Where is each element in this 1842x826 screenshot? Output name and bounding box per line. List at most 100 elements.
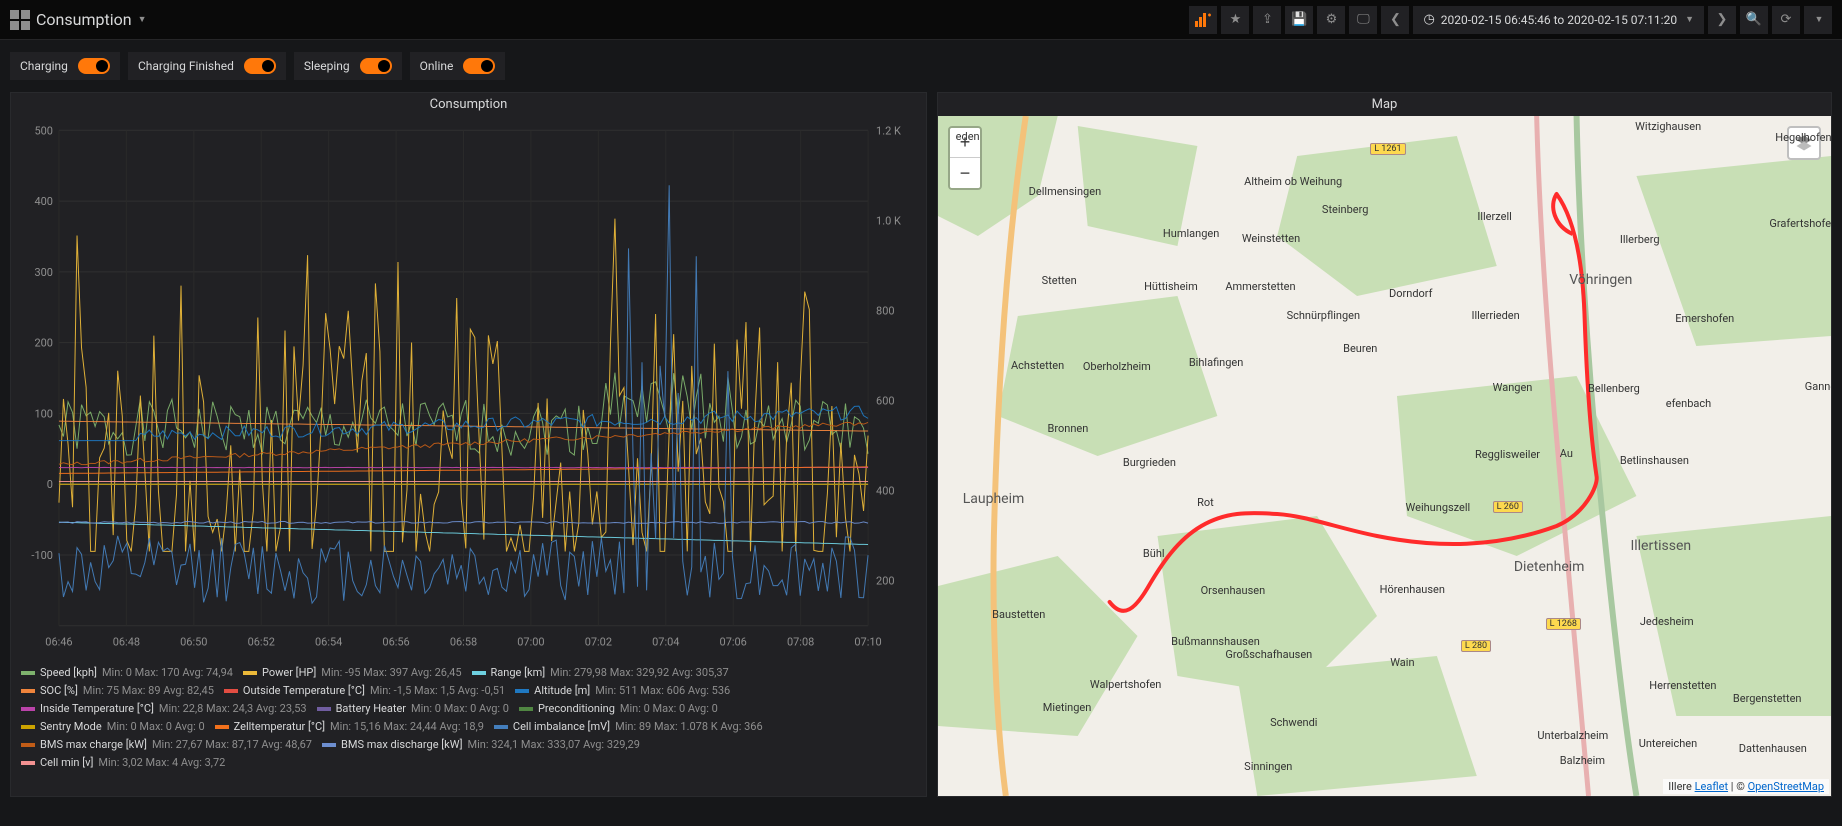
filter-toggle[interactable] bbox=[360, 58, 392, 74]
time-forward-button[interactable]: ❯ bbox=[1708, 6, 1736, 34]
save-button[interactable]: 💾 bbox=[1285, 6, 1313, 34]
legend-item[interactable]: BMS max charge [kW]Min: 27,67 Max: 87,17… bbox=[21, 736, 312, 754]
legend-item[interactable]: Zelltemperatur [°C]Min: 15,16 Max: 24,44… bbox=[215, 718, 484, 736]
legend-item[interactable]: Power [HP] Min: -95 Max: 397 Avg: 26,45 bbox=[243, 664, 462, 682]
road-label: L 1268 bbox=[1546, 618, 1581, 630]
chart-legend: Speed [kph]Min: 0 Max: 170 Avg: 74,94 Pow… bbox=[11, 660, 926, 782]
svg-text:06:52: 06:52 bbox=[248, 636, 275, 649]
legend-stats: Min: 15,16 Max: 24,44 Avg: 18,9 bbox=[330, 718, 484, 736]
svg-text:06:54: 06:54 bbox=[315, 636, 342, 649]
chevron-down-icon: ▼ bbox=[138, 14, 147, 25]
legend-swatch bbox=[494, 725, 508, 729]
time-range-picker[interactable]: 2020-02-15 06:45:46 to 2020-02-15 07:11:… bbox=[1413, 6, 1704, 34]
legend-item[interactable]: SOC [%]Min: 75 Max: 89 Avg: 82,45 bbox=[21, 682, 214, 700]
legend-swatch bbox=[243, 671, 257, 675]
svg-text:07:02: 07:02 bbox=[585, 636, 612, 649]
map-zoom-control: + − bbox=[948, 126, 982, 190]
dashboard-icon bbox=[10, 10, 30, 30]
legend-stats: Min: 89 Max: 1.078 K Avg: 366 bbox=[615, 718, 763, 736]
svg-text:800: 800 bbox=[876, 304, 894, 317]
zoom-out-button[interactable]: − bbox=[950, 158, 980, 188]
legend-name: Power [HP] bbox=[262, 664, 316, 682]
legend-item[interactable]: Altitude [m]Min: 511 Max: 606 Avg: 536 bbox=[515, 682, 730, 700]
chevron-down-icon: ▼ bbox=[1685, 14, 1694, 25]
legend-name: Cell imbalance [mV] bbox=[513, 718, 610, 736]
legend-stats: Min: 3,02 Max: 4 Avg: 3,72 bbox=[98, 754, 225, 772]
svg-text:07:04: 07:04 bbox=[652, 636, 679, 649]
consumption-chart[interactable]: -10001002003004005002004006008001.0 K1.2… bbox=[19, 120, 918, 656]
filter-bar: ChargingCharging FinishedSleepingOnline bbox=[0, 40, 1842, 92]
legend-name: Speed [kph] bbox=[40, 664, 97, 682]
svg-text:07:08: 07:08 bbox=[787, 636, 814, 649]
legend-stats: Min: -95 Max: 397 Avg: 26,45 bbox=[321, 664, 461, 682]
legend-stats: Min: 0 Max: 0 Avg: 0 bbox=[620, 700, 718, 718]
map-layers-button[interactable] bbox=[1787, 126, 1821, 160]
legend-item[interactable]: Range [km]Min: 279,98 Max: 329,92 Avg: 3… bbox=[472, 664, 729, 682]
osm-link[interactable]: OpenStreetMap bbox=[1748, 780, 1824, 793]
legend-name: Sentry Mode bbox=[40, 718, 102, 736]
map[interactable]: + − Illere Leaflet | © OpenStreetMap Wit… bbox=[938, 116, 1831, 796]
legend-swatch bbox=[21, 671, 35, 675]
legend-item[interactable]: Cell min [v]Min: 3,02 Max: 4 Avg: 3,72 bbox=[21, 754, 225, 772]
svg-text:1.2 K: 1.2 K bbox=[876, 124, 901, 137]
legend-stats: Min: 279,98 Max: 329,92 Avg: 305,37 bbox=[550, 664, 729, 682]
top-bar: Consumption ▼ ★ ⇪ 💾 ⚙ 🖵 ❮ 2020-02-15 06:… bbox=[0, 0, 1842, 40]
legend-stats: Min: 75 Max: 89 Avg: 82,45 bbox=[83, 682, 214, 700]
legend-swatch bbox=[322, 743, 336, 747]
svg-text:07:06: 07:06 bbox=[720, 636, 747, 649]
legend-stats: Min: 511 Max: 606 Avg: 536 bbox=[595, 682, 730, 700]
legend-name: Preconditioning bbox=[538, 700, 615, 718]
filter-toggle[interactable] bbox=[244, 58, 276, 74]
svg-text:100: 100 bbox=[34, 407, 53, 420]
svg-text:400: 400 bbox=[876, 485, 894, 498]
legend-name: Inside Temperature [°C] bbox=[40, 700, 154, 718]
legend-item[interactable]: Sentry Mode Min: 0 Max: 0 Avg: 0 bbox=[21, 718, 205, 736]
legend-item[interactable]: Inside Temperature [°C]Min: 22,8 Max: 24… bbox=[21, 700, 307, 718]
zoom-in-button[interactable]: + bbox=[950, 128, 980, 158]
tv-mode-button[interactable]: 🖵 bbox=[1349, 6, 1377, 34]
panel-title: Map bbox=[938, 93, 1831, 116]
road-label: L 260 bbox=[1493, 501, 1523, 513]
panel-title: Consumption bbox=[11, 93, 926, 116]
dashboard-title-dropdown[interactable]: Consumption ▼ bbox=[36, 10, 146, 29]
add-panel-button[interactable] bbox=[1189, 6, 1217, 34]
share-button[interactable]: ⇪ bbox=[1253, 6, 1281, 34]
legend-swatch bbox=[21, 743, 35, 747]
legend-stats: Min: 324,1 Max: 333,07 Avg: 329,29 bbox=[467, 736, 639, 754]
svg-text:200: 200 bbox=[34, 337, 53, 350]
zoom-out-button[interactable]: 🔍 bbox=[1740, 6, 1768, 34]
svg-text:-100: -100 bbox=[31, 549, 53, 562]
legend-item[interactable]: BMS max discharge [kW] Min: 324,1 Max: 33… bbox=[322, 736, 640, 754]
filter-toggle[interactable] bbox=[463, 58, 495, 74]
refresh-button[interactable]: ⟳ bbox=[1772, 6, 1800, 34]
filter-label: Charging Finished bbox=[138, 59, 234, 73]
settings-button[interactable]: ⚙ bbox=[1317, 6, 1345, 34]
dashboard-title: Consumption bbox=[36, 10, 132, 29]
legend-item[interactable]: Outside Temperature [°C]Min: -1,5 Max: 1… bbox=[224, 682, 505, 700]
filter-toggle[interactable] bbox=[78, 58, 110, 74]
legend-swatch bbox=[21, 689, 35, 693]
svg-text:06:58: 06:58 bbox=[450, 636, 477, 649]
star-button[interactable]: ★ bbox=[1221, 6, 1249, 34]
legend-name: Battery Heater bbox=[336, 700, 406, 718]
filter-label: Charging bbox=[20, 59, 68, 73]
filter-label: Online bbox=[420, 59, 454, 73]
legend-swatch bbox=[21, 707, 35, 711]
svg-text:07:00: 07:00 bbox=[517, 636, 544, 649]
svg-text:06:50: 06:50 bbox=[180, 636, 207, 649]
legend-item[interactable]: Cell imbalance [mV] Min: 89 Max: 1.078 K … bbox=[494, 718, 763, 736]
legend-swatch bbox=[21, 761, 35, 765]
filter-online: Online bbox=[410, 52, 506, 80]
leaflet-link[interactable]: Leaflet bbox=[1695, 780, 1728, 793]
legend-stats: Min: 0 Max: 0 Avg: 0 bbox=[107, 718, 205, 736]
legend-stats: Min: -1,5 Max: 1,5 Avg: -0,51 bbox=[370, 682, 505, 700]
legend-item[interactable]: Battery HeaterMin: 0 Max: 0 Avg: 0 bbox=[317, 700, 509, 718]
refresh-interval-dropdown[interactable]: ▼ bbox=[1804, 6, 1832, 34]
road-label: L 280 bbox=[1461, 640, 1491, 652]
legend-item[interactable]: Speed [kph]Min: 0 Max: 170 Avg: 74,94 bbox=[21, 664, 233, 682]
legend-name: BMS max discharge [kW] bbox=[341, 736, 462, 754]
svg-text:06:48: 06:48 bbox=[113, 636, 140, 649]
time-back-button[interactable]: ❮ bbox=[1381, 6, 1409, 34]
svg-text:200: 200 bbox=[876, 575, 894, 588]
legend-item[interactable]: Preconditioning Min: 0 Max: 0 Avg: 0 bbox=[519, 700, 718, 718]
